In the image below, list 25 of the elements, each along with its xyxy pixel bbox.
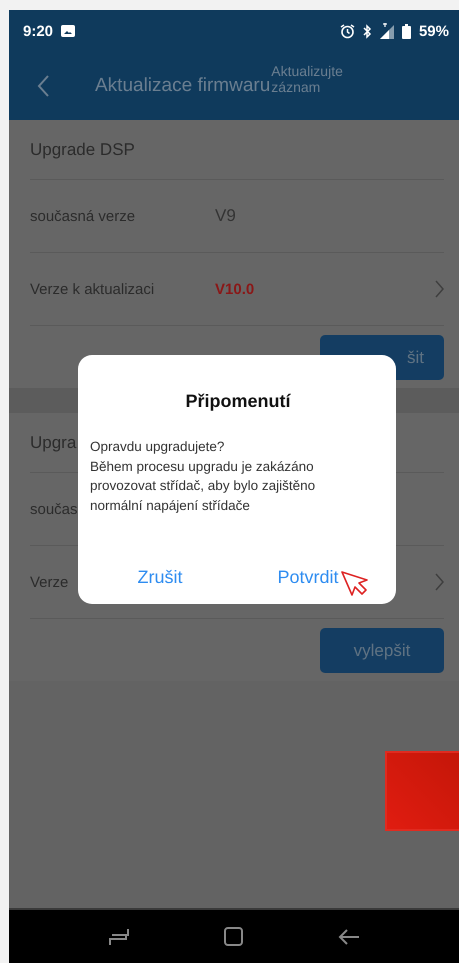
dialog-title: Připomenutí	[184, 391, 292, 412]
signal-icon	[380, 23, 394, 39]
dialog-message: Opravdu upgradujete? Během procesu upgradu je zakázáno provozovat střídač, aby bylo zajištěno normální napájení střídače	[90, 438, 316, 515]
bluetooth-icon	[362, 24, 372, 38]
row-label: Verze	[30, 574, 68, 590]
status-time: 9:20	[23, 22, 54, 40]
back-nav-icon[interactable]	[338, 928, 360, 944]
row-label: součas	[30, 500, 78, 518]
cancel-button[interactable]: Zrušit	[129, 563, 190, 592]
upgrade-button[interactable]: vylepšit	[320, 628, 444, 673]
recents-icon[interactable]	[108, 928, 128, 946]
image-icon	[61, 25, 76, 37]
row-label: současná verze	[30, 208, 136, 224]
home-icon[interactable]	[224, 927, 242, 946]
version-value: V10.0	[215, 280, 254, 298]
battery-percent: 59%	[418, 22, 449, 40]
cursor-icon	[340, 571, 368, 597]
section-title: Upgrade DSP	[30, 140, 135, 160]
back-icon[interactable]	[37, 75, 49, 97]
alarm-icon	[340, 24, 355, 38]
screen-title: Aktualizace firmwaru	[95, 75, 270, 97]
battery-icon	[402, 24, 411, 38]
update-record-link[interactable]: Aktualizujte záznam	[271, 63, 372, 95]
row-label: Verze k aktualizaci	[30, 280, 154, 298]
section-title: Upgra	[30, 432, 76, 452]
